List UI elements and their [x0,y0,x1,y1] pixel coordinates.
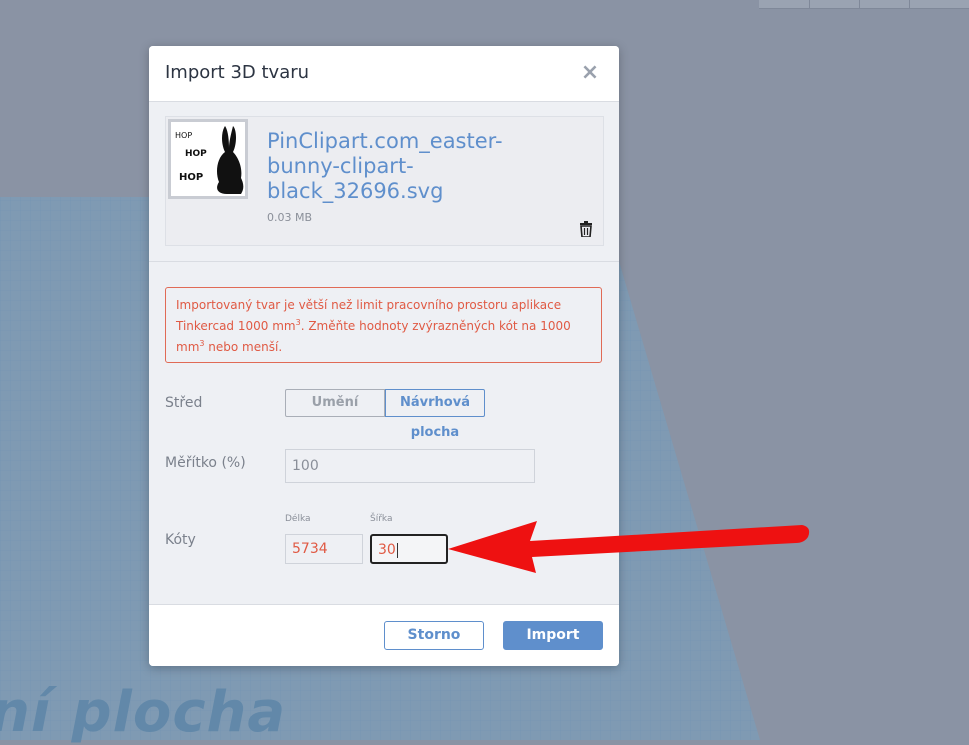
file-name-line: bunny-clipart- [267,154,414,178]
width-input-value: 30 [378,542,396,558]
file-name: PinClipart.com_easter- bunny-clipart- bl… [267,129,567,204]
file-name-line: PinClipart.com_easter- [267,129,503,153]
divider [149,261,619,262]
import-button[interactable]: Import [503,621,603,650]
file-card: HOP HOP HOP PinClipart.com_easter- bunny… [165,116,604,246]
dimensions-label: Kóty [165,532,196,548]
trash-icon[interactable] [579,221,593,237]
thumbnail-text-3: HOP [179,172,203,183]
top-toolbar [759,0,969,9]
error-message: Importovaný tvar je větší než limit prac… [165,287,602,363]
cancel-button[interactable]: Storno [384,621,484,650]
file-thumbnail: HOP HOP HOP [168,119,248,199]
annotation-arrow [448,521,810,573]
thumbnail-text-2: HOP [185,149,207,159]
length-label: Délka [285,514,311,524]
text-caret [396,542,398,558]
width-label: Šířka [370,514,393,524]
scale-label: Měřítko (%) [165,455,246,471]
file-name-line: black_32696.svg [267,179,444,203]
width-input[interactable]: 30 [370,534,448,564]
length-input[interactable]: 5734 [285,534,363,564]
dialog-header: Import 3D tvaru × [149,46,619,102]
center-workplane-button[interactable]: Návrhová [385,389,485,417]
thumbnail-text-1: HOP [175,131,192,140]
workplane-label: ní plocha [0,680,287,745]
close-icon[interactable]: × [579,62,601,84]
dialog-title: Import 3D tvaru [165,62,310,83]
scale-input[interactable]: 100 [285,449,535,483]
file-size: 0.03 MB [267,211,313,224]
center-art-button[interactable]: Umění [285,389,385,417]
error-text: nebo menší. [204,340,283,354]
center-label: Střed [165,395,203,411]
center-workplane-button-line2[interactable]: plocha [385,425,485,440]
